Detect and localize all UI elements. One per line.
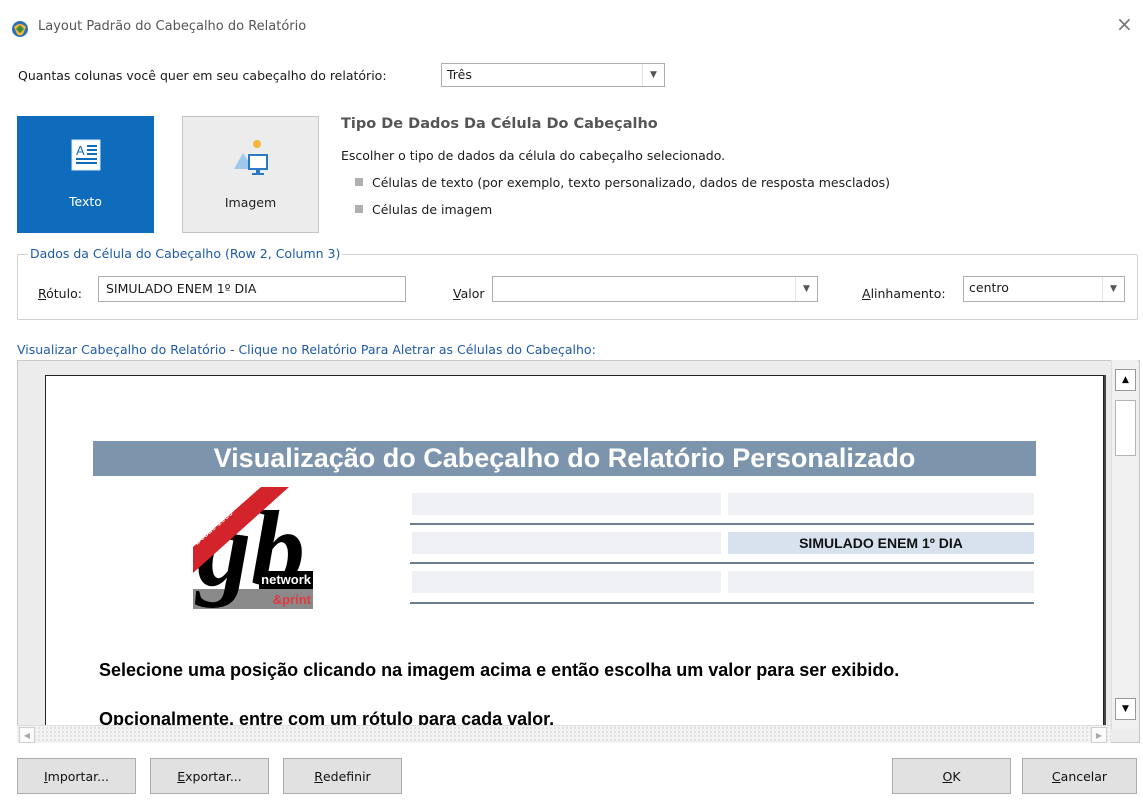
- bullet-square-icon: [355, 178, 363, 186]
- option-text-cells: Células de texto (por exemplo, texto per…: [355, 175, 890, 190]
- header-cell-r3c3[interactable]: [728, 571, 1034, 593]
- columns-select[interactable]: Três ▼: [441, 63, 665, 87]
- header-divider: [410, 562, 1034, 564]
- company-logo: gb Desde 1999 network &print: [193, 487, 313, 609]
- image-monitor-icon: [233, 140, 268, 175]
- header-cell-r1c2[interactable]: [412, 493, 721, 515]
- option-text-cells-label: Células de texto (por exemplo, texto per…: [372, 175, 891, 190]
- app-icon: [12, 21, 28, 37]
- header-divider: [410, 602, 1034, 604]
- alignment-select[interactable]: centro ▼: [963, 276, 1125, 302]
- instruction-line-1: Selecione uma posição clicando na imagem…: [99, 660, 900, 680]
- preview-area[interactable]: Visualização do Cabeçalho do Relatório P…: [17, 360, 1140, 743]
- vertical-scrollbar[interactable]: ▲ ▼: [1111, 360, 1138, 730]
- cell-data-legend: Dados da Célula do Cabeçalho (Row 2, Col…: [28, 246, 343, 261]
- header-divider: [410, 523, 1034, 525]
- ok-button[interactable]: OK: [892, 758, 1011, 794]
- import-button[interactable]: Importar...: [17, 758, 136, 794]
- value-field-caption: Valor: [453, 286, 485, 301]
- cell-type-heading: Tipo De Dados Da Célula Do Cabeçalho: [341, 116, 658, 132]
- columns-label: Quantas colunas você quer em seu cabeçal…: [18, 68, 387, 83]
- cancel-button[interactable]: Cancelar: [1022, 758, 1137, 794]
- horizontal-scrollbar[interactable]: ◀ ▶: [17, 725, 1111, 743]
- header-cell-r1c3[interactable]: [728, 493, 1034, 515]
- header-cell-r2c3[interactable]: SIMULADO ENEM 1º DIA: [728, 532, 1034, 554]
- reset-button[interactable]: Redefinir: [283, 758, 402, 794]
- label-input[interactable]: SIMULADO ENEM 1º DIA: [98, 276, 406, 302]
- value-select[interactable]: ▼: [492, 276, 818, 302]
- columns-select-value: Três: [447, 67, 472, 82]
- image-type-label: Imagem: [224, 195, 277, 210]
- title-bar: Layout Padrão do Cabeçalho do Relatório …: [0, 0, 1143, 52]
- logo-line2: &print: [273, 592, 312, 607]
- chevron-down-icon[interactable]: ▼: [1102, 277, 1124, 301]
- option-image-cells-label: Células de imagem: [372, 202, 493, 217]
- text-type-label: Texto: [69, 194, 102, 209]
- bullet-square-icon: [355, 205, 363, 213]
- header-cell-r2c3-text: SIMULADO ENEM 1º DIA: [799, 535, 963, 551]
- scroll-thumb[interactable]: [1115, 400, 1136, 456]
- chevron-down-icon[interactable]: ▼: [795, 277, 817, 301]
- image-type-tile[interactable]: Imagem: [182, 116, 319, 233]
- alignment-select-value: centro: [969, 280, 1009, 295]
- export-button[interactable]: Exportar...: [150, 758, 269, 794]
- svg-text:A: A: [76, 143, 85, 158]
- chevron-down-icon[interactable]: ▼: [642, 64, 664, 86]
- label-input-value: SIMULADO ENEM 1º DIA: [106, 281, 257, 296]
- header-cell-r3c2[interactable]: [412, 571, 721, 593]
- option-image-cells: Células de imagem: [355, 202, 492, 217]
- preview-caption: Visualizar Cabeçalho do Relatório - Cliq…: [17, 342, 596, 357]
- alignment-field-caption: Alinhamento:: [862, 286, 946, 301]
- header-cell-r2c2[interactable]: [412, 532, 721, 554]
- report-page-preview[interactable]: Visualização do Cabeçalho do Relatório P…: [45, 375, 1104, 742]
- preview-banner: Visualização do Cabeçalho do Relatório P…: [93, 441, 1036, 476]
- label-field-caption: Rótulo:: [38, 286, 82, 301]
- text-type-tile[interactable]: A Texto: [17, 116, 154, 233]
- scroll-left-icon[interactable]: ◀: [19, 727, 35, 743]
- scroll-down-icon[interactable]: ▼: [1115, 698, 1136, 720]
- scroll-up-icon[interactable]: ▲: [1115, 369, 1136, 391]
- cell-type-description: Escolher o tipo de dados da célula do ca…: [341, 148, 726, 163]
- scroll-right-icon[interactable]: ▶: [1091, 727, 1107, 743]
- text-document-icon: A: [71, 139, 100, 171]
- window-title: Layout Padrão do Cabeçalho do Relatório: [38, 19, 307, 34]
- logo-line1: network: [261, 572, 312, 587]
- close-icon[interactable]: ×: [1116, 14, 1133, 34]
